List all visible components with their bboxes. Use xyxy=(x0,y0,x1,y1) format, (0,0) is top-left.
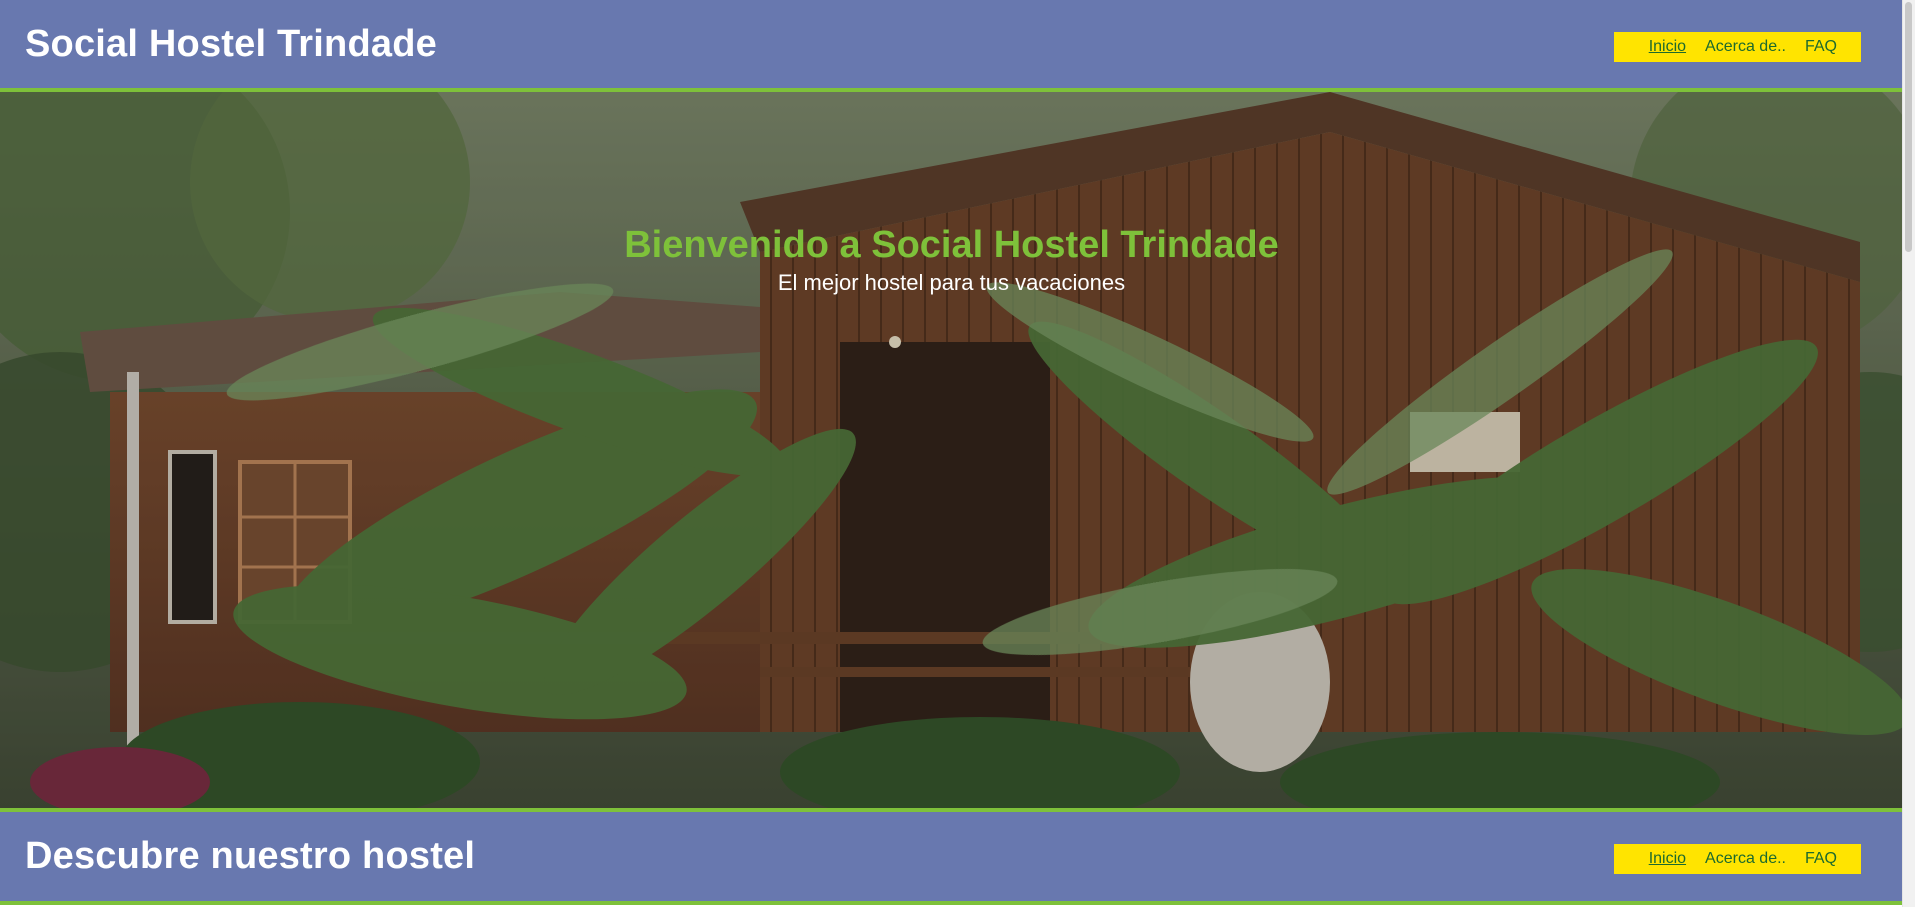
vertical-scrollbar[interactable] xyxy=(1902,0,1915,907)
section-nav: Inicio Acerca de.. FAQ xyxy=(1613,844,1861,874)
page: Social Hostel Trindade Inicio Acerca de.… xyxy=(0,0,1903,907)
section-header: Descubre nuestro hostel Inicio Acerca de… xyxy=(0,812,1903,905)
hero-banner: Bienvenido a Social Hostel Trindade El m… xyxy=(0,92,1903,812)
nav-link-inicio[interactable]: Inicio xyxy=(1649,32,1686,62)
section-title: Descubre nuestro hostel xyxy=(25,835,476,877)
section-nav-link-acerca[interactable]: Acerca de.. xyxy=(1705,844,1786,874)
section-nav-link-faq[interactable]: FAQ xyxy=(1805,844,1837,874)
hero-overlay xyxy=(0,92,1903,808)
nav-link-acerca[interactable]: Acerca de.. xyxy=(1705,32,1786,62)
scrollbar-thumb[interactable] xyxy=(1905,2,1912,252)
hero-title: Bienvenido a Social Hostel Trindade xyxy=(624,224,1279,266)
header-nav: Inicio Acerca de.. FAQ xyxy=(1613,32,1861,62)
site-header: Social Hostel Trindade Inicio Acerca de.… xyxy=(0,0,1903,92)
section-nav-link-inicio[interactable]: Inicio xyxy=(1649,844,1686,874)
hero-subtitle: El mejor hostel para tus vacaciones xyxy=(777,270,1126,295)
nav-link-faq[interactable]: FAQ xyxy=(1805,32,1837,62)
site-title: Social Hostel Trindade xyxy=(25,23,437,65)
hero-text-block: Bienvenido a Social Hostel Trindade El m… xyxy=(0,222,1903,298)
